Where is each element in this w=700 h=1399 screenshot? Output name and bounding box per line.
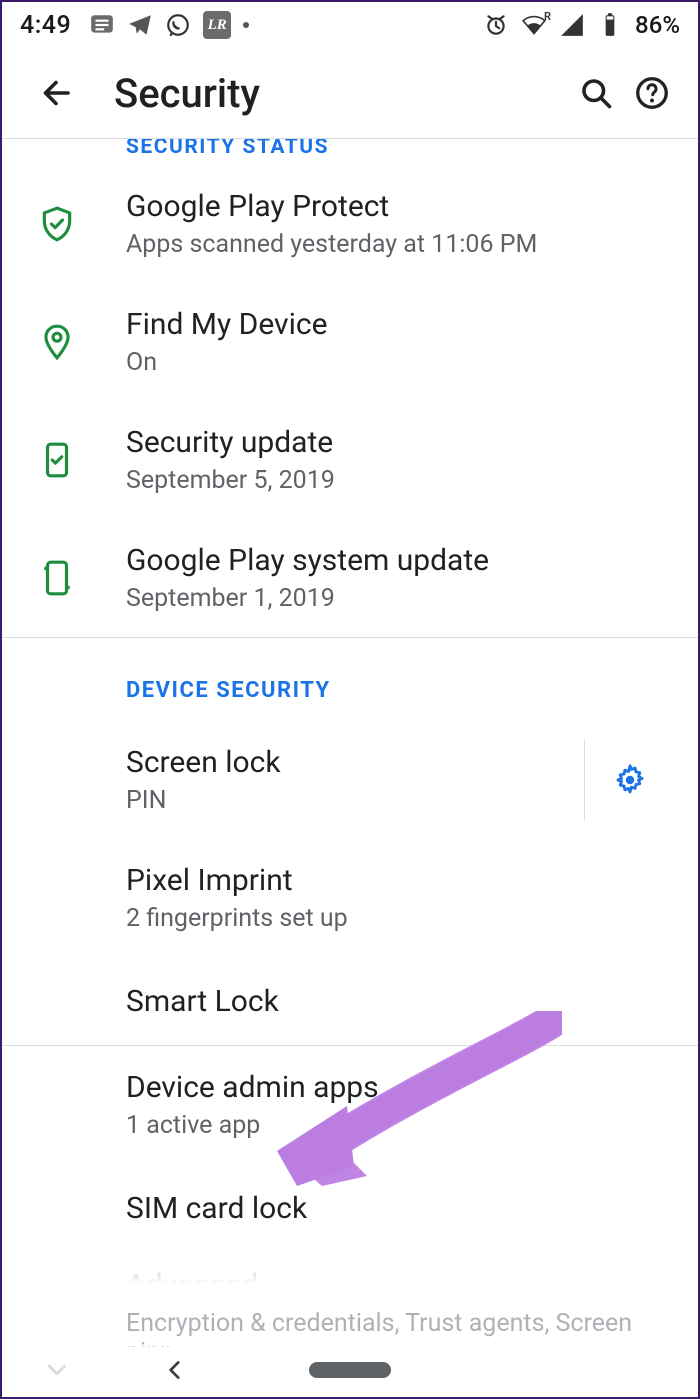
search-icon <box>578 75 614 111</box>
battery-percent: 86% <box>635 11 680 39</box>
nav-home-pill[interactable] <box>309 1362 391 1378</box>
app-bar: Security <box>2 48 698 138</box>
row-sim-lock[interactable]: SIM card lock <box>2 1164 698 1252</box>
shield-check-icon <box>38 205 76 243</box>
row-title: Screen lock <box>126 745 584 780</box>
row-screen-lock[interactable]: Screen lock PIN <box>2 721 698 839</box>
phone-check-icon <box>38 441 76 479</box>
wifi-icon: R <box>521 12 547 38</box>
row-smart-lock[interactable]: Smart Lock <box>2 957 698 1045</box>
row-subtitle: September 5, 2019 <box>126 466 674 495</box>
status-bar: 4:49 LR R 86% <box>2 2 698 48</box>
row-title: Smart Lock <box>126 984 674 1019</box>
gear-icon <box>613 763 647 797</box>
row-title: Advanced <box>126 1268 674 1303</box>
navigation-bar <box>2 1343 698 1397</box>
status-left: 4:49 LR <box>20 11 249 40</box>
search-button[interactable] <box>568 65 624 121</box>
row-title: Device admin apps <box>126 1070 674 1105</box>
row-title: Find My Device <box>126 307 674 342</box>
status-right: R 86% <box>483 11 680 39</box>
row-subtitle: 1 active app <box>126 1111 674 1140</box>
row-play-protect[interactable]: Google Play Protect Apps scanned yesterd… <box>2 165 698 283</box>
row-subtitle: 2 fingerprints set up <box>126 904 674 933</box>
more-notifications-dot <box>243 22 249 28</box>
row-subtitle: Encryption & credentials, Trust agents, … <box>126 1309 674 1347</box>
help-button[interactable] <box>624 65 680 121</box>
section-header-security-status: SECURITY STATUS <box>2 139 698 165</box>
alarm-icon <box>483 12 509 38</box>
row-subtitle: September 1, 2019 <box>126 584 674 613</box>
row-title: Google Play Protect <box>126 189 674 224</box>
arrow-back-icon <box>38 75 74 111</box>
phone-refresh-icon <box>38 559 76 597</box>
back-button[interactable] <box>32 69 80 117</box>
row-subtitle: PIN <box>126 786 584 815</box>
location-pin-icon <box>38 323 76 361</box>
row-pixel-imprint[interactable]: Pixel Imprint 2 fingerprints set up <box>2 839 698 957</box>
row-title: Security update <box>126 425 674 460</box>
row-find-device[interactable]: Find My Device On <box>2 283 698 401</box>
signal-icon <box>559 12 585 38</box>
row-security-update[interactable]: Security update September 5, 2019 <box>2 401 698 519</box>
status-time: 4:49 <box>20 11 71 40</box>
whatsapp-icon <box>165 12 191 38</box>
row-device-admin[interactable]: Device admin apps 1 active app <box>2 1046 698 1164</box>
battery-icon <box>597 12 623 38</box>
lr-app-icon: LR <box>203 11 231 39</box>
content-area[interactable]: SECURITY STATUS Google Play Protect Apps… <box>2 139 698 1347</box>
row-title: SIM card lock <box>126 1191 674 1226</box>
row-title: Google Play system update <box>126 543 674 578</box>
row-advanced[interactable]: Advanced Encryption & credentials, Trust… <box>2 1252 698 1347</box>
screen-lock-settings-button[interactable] <box>584 740 674 820</box>
nav-back-icon[interactable] <box>162 1357 188 1383</box>
telegram-icon <box>127 12 153 38</box>
chevron-down-icon[interactable] <box>42 1355 72 1385</box>
help-icon <box>634 75 670 111</box>
page-title: Security <box>114 70 568 117</box>
row-subtitle: Apps scanned yesterday at 11:06 PM <box>126 230 674 259</box>
row-play-system-update[interactable]: Google Play system update September 1, 2… <box>2 519 698 637</box>
row-title: Pixel Imprint <box>126 863 674 898</box>
messages-icon <box>89 12 115 38</box>
section-header-device-security: DEVICE SECURITY <box>2 638 698 721</box>
row-subtitle: On <box>126 348 674 377</box>
